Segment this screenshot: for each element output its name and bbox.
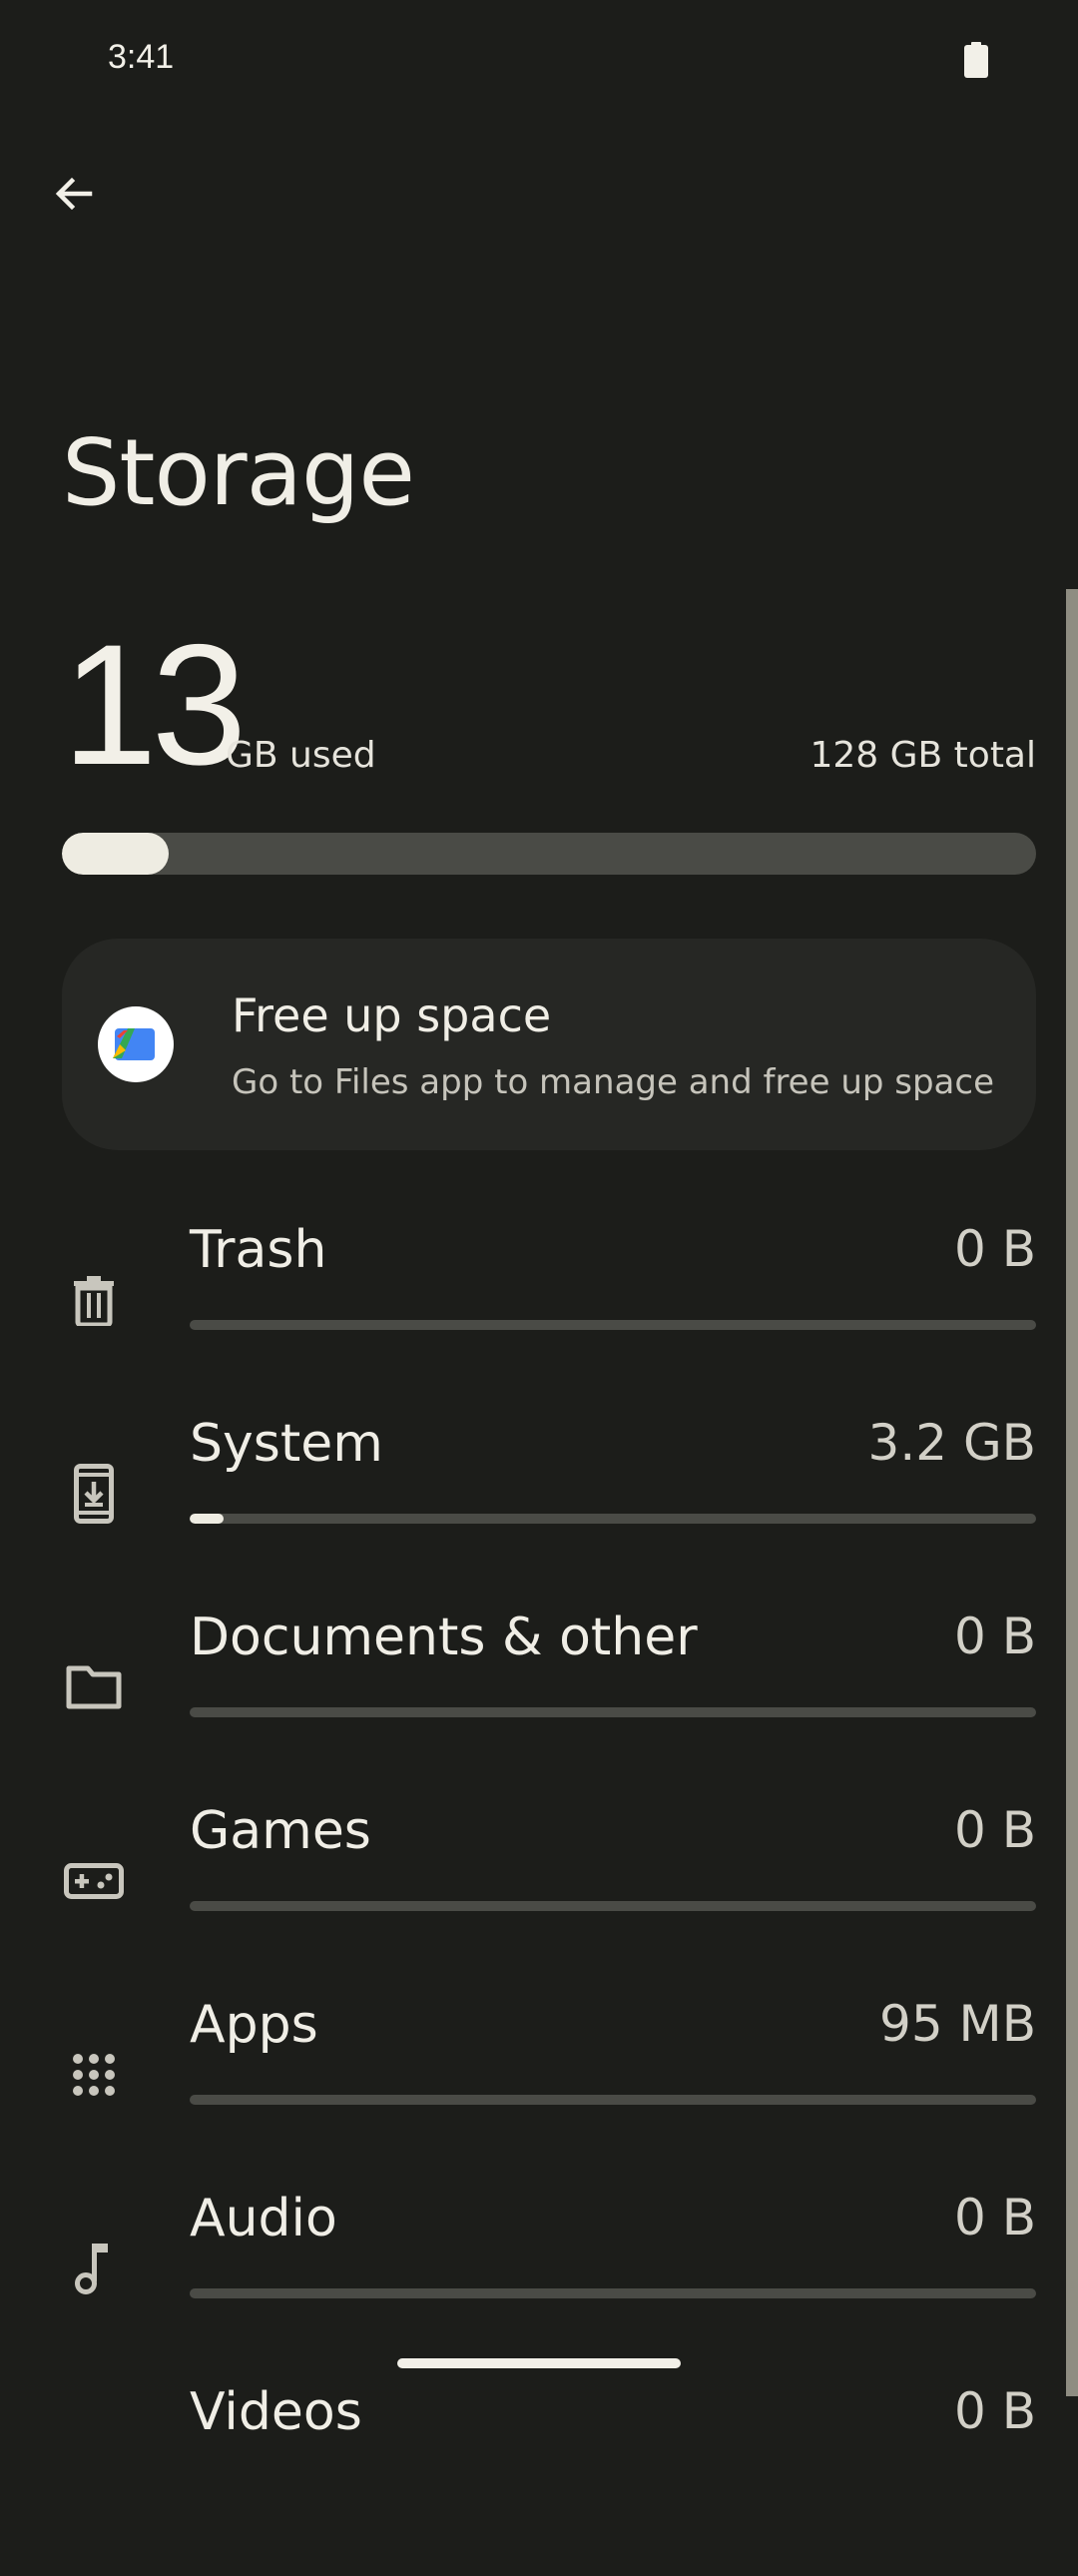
category-label: Games bbox=[190, 1801, 371, 1861]
category-usage-bar bbox=[190, 1901, 1036, 1911]
category-row-apps[interactable]: Apps 95 MB bbox=[0, 1995, 1078, 2189]
category-usage-bar bbox=[190, 1320, 1036, 1330]
category-usage-bar-fill bbox=[190, 1514, 224, 1524]
category-size: 0 B bbox=[953, 1220, 1036, 1278]
category-usage-bar bbox=[190, 1514, 1036, 1524]
files-app-icon bbox=[98, 1006, 174, 1082]
system-phone-icon bbox=[60, 1460, 128, 1528]
category-row-videos[interactable]: Videos 0 B bbox=[0, 2382, 1078, 2576]
category-label: Apps bbox=[190, 1995, 318, 2055]
category-size: 95 MB bbox=[879, 1995, 1036, 2053]
category-label: Videos bbox=[190, 2382, 362, 2442]
category-label: Trash bbox=[190, 1220, 327, 1280]
video-icon bbox=[60, 2428, 128, 2496]
category-size: 3.2 GB bbox=[867, 1414, 1036, 1472]
used-unit: GB used bbox=[226, 735, 376, 776]
category-size: 0 B bbox=[953, 1801, 1036, 1859]
status-time: 3:41 bbox=[108, 38, 175, 76]
storage-usage-bar bbox=[62, 833, 1036, 875]
category-label: System bbox=[190, 1414, 383, 1474]
category-label: Documents & other bbox=[190, 1608, 698, 1667]
used-amount: 13 bbox=[62, 609, 247, 801]
page-title: Storage bbox=[62, 419, 415, 526]
gesture-nav-handle[interactable] bbox=[397, 2358, 681, 2368]
arrow-back-icon bbox=[50, 170, 98, 218]
free-up-space-title: Free up space bbox=[232, 988, 552, 1042]
gamepad-icon bbox=[60, 1847, 128, 1915]
category-size: 0 B bbox=[953, 2382, 1036, 2440]
category-row-trash[interactable]: Trash 0 B bbox=[0, 1220, 1078, 1414]
battery-full-icon bbox=[964, 42, 988, 78]
total-label: 128 GB total bbox=[809, 735, 1036, 776]
folder-icon bbox=[60, 1653, 128, 1721]
category-usage-bar bbox=[190, 2095, 1036, 2105]
category-size: 0 B bbox=[953, 1608, 1036, 1665]
free-up-space-card[interactable]: Free up space Go to Files app to manage … bbox=[62, 939, 1036, 1150]
music-note-icon bbox=[60, 2235, 128, 2302]
category-usage-bar bbox=[190, 2288, 1036, 2298]
category-label: Audio bbox=[190, 2189, 337, 2249]
status-bar: 3:41 bbox=[0, 0, 1078, 120]
free-up-space-subtitle: Go to Files app to manage and free up sp… bbox=[232, 1062, 995, 1102]
category-row-games[interactable]: Games 0 B bbox=[0, 1801, 1078, 1995]
category-row-system[interactable]: System 3.2 GB bbox=[0, 1414, 1078, 1608]
storage-usage-bar-fill bbox=[62, 833, 170, 875]
back-button[interactable] bbox=[40, 160, 108, 228]
category-usage-bar bbox=[190, 1707, 1036, 1717]
scrollbar[interactable] bbox=[1066, 589, 1078, 2396]
category-row-documents[interactable]: Documents & other 0 B bbox=[0, 1608, 1078, 1801]
apps-grid-icon bbox=[60, 2041, 128, 2109]
category-row-audio[interactable]: Audio 0 B bbox=[0, 2189, 1078, 2382]
category-size: 0 B bbox=[953, 2189, 1036, 2247]
trash-icon bbox=[60, 1266, 128, 1334]
